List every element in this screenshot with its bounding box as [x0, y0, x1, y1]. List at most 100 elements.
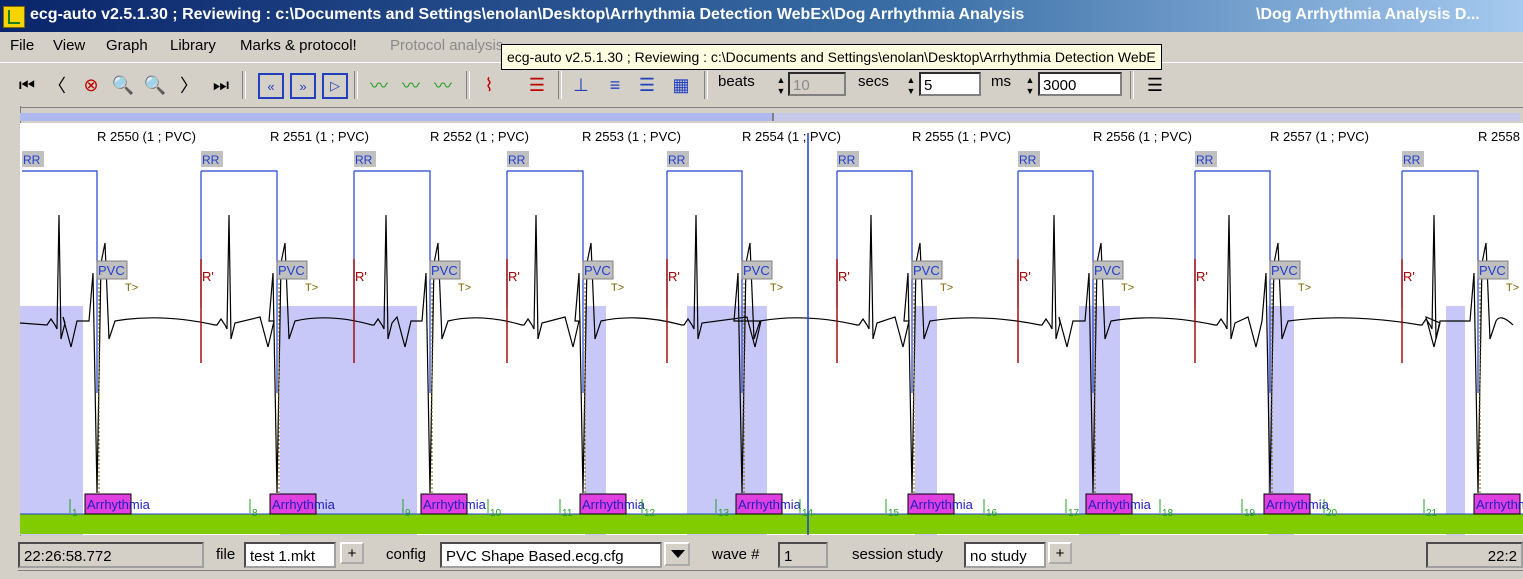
rr-label: RR	[668, 153, 686, 167]
beat-label: R 2556 (1 ; PVC)	[1093, 129, 1192, 144]
next-icon[interactable]: 〉	[176, 71, 202, 99]
arrhythmia-label: Arrhythmia	[582, 497, 646, 512]
multi-trace-icon[interactable]: ☰	[524, 71, 550, 99]
horizontal-scrollbar[interactable]	[20, 113, 1520, 121]
arrhythmia-label: Arrhythmia	[910, 497, 974, 512]
layout-2-icon[interactable]: ≡	[602, 71, 628, 99]
tick-number: 9	[405, 508, 411, 519]
wave-label: wave #	[712, 546, 760, 563]
menu-file[interactable]: File	[10, 37, 34, 54]
ms-spinner-icon[interactable]: ▲ ▼	[1025, 75, 1035, 97]
rprime-label: R'	[838, 269, 850, 284]
arrhythmia-highlight	[1446, 306, 1465, 535]
lines-icon[interactable]: ☰	[1142, 71, 1168, 99]
ms-field[interactable]: 3000	[1038, 72, 1122, 96]
ecg-chart[interactable]: R 2550 (1 ; PVC) R 2551 (1 ; PVC) R 2552 (…	[20, 123, 1523, 535]
rr-label: RR	[202, 153, 220, 167]
t-wave-label: T>	[770, 282, 783, 294]
file-add-button[interactable]: +	[340, 542, 364, 564]
prev-beat-icon[interactable]: «	[258, 73, 284, 99]
arrhythmia-label: Arrhythmia	[1266, 497, 1330, 512]
last-page-icon[interactable]: ⏭	[208, 71, 234, 99]
toolbar-separator	[242, 71, 246, 99]
t-wave-label: T>	[305, 282, 318, 294]
pvc-label: PVC	[743, 263, 770, 278]
file-field[interactable]: test 1.mkt	[244, 542, 336, 568]
beat-label: R 2555 (1 ; PVC)	[912, 129, 1011, 144]
tick-number: 15	[888, 508, 900, 519]
wave-mark-2-icon[interactable]: 〰	[398, 71, 424, 99]
t-wave-label: T>	[611, 282, 624, 294]
zoom-in-icon[interactable]: 🔍	[110, 71, 136, 99]
first-page-icon[interactable]: ⏮	[14, 71, 40, 99]
menu-graph[interactable]: Graph	[106, 37, 148, 54]
session-field[interactable]: no study	[964, 542, 1046, 568]
baseline-band	[20, 514, 1523, 534]
tick-number: 17	[1068, 508, 1080, 519]
config-label: config	[386, 546, 427, 563]
toolbar-separator	[466, 71, 470, 99]
arrhythmia-highlight	[20, 306, 83, 535]
rr-label: RR	[23, 153, 41, 167]
zoom-out-icon[interactable]: 🔍	[142, 71, 168, 99]
rr-label: RR	[508, 153, 526, 167]
rr-label: RR	[1403, 153, 1421, 167]
rr-label: RR	[1196, 153, 1214, 167]
grid-icon[interactable]: ▦	[668, 71, 694, 99]
session-add-button[interactable]: +	[1048, 542, 1072, 564]
beat-label: R 2557 (1 ; PVC)	[1270, 129, 1369, 144]
beat-label: R 2552 (1 ; PVC)	[430, 129, 529, 144]
pvc-label: PVC	[98, 263, 125, 278]
arrhythmia-label: Arrhythmia	[1088, 497, 1152, 512]
toolbar-separator	[704, 71, 708, 99]
wave-field[interactable]: 1	[778, 542, 828, 568]
menu-library[interactable]: Library	[170, 37, 216, 54]
beat-label: R 2558	[1478, 129, 1520, 144]
tick-number: 12	[644, 508, 656, 519]
rprime-label: R'	[668, 269, 680, 284]
file-label: file	[216, 546, 236, 563]
left-frame	[0, 106, 21, 536]
secs-field[interactable]: 5	[919, 72, 981, 96]
pvc-label: PVC	[913, 263, 940, 278]
beats-spinner-icon[interactable]: ▲ ▼	[776, 75, 786, 97]
rr-label: RR	[838, 153, 856, 167]
config-dropdown-icon[interactable]	[664, 542, 690, 566]
status-time-right: 22:2	[1426, 542, 1523, 568]
zoom-reset-icon[interactable]: ⊗	[78, 71, 104, 99]
menu-marks-protocol[interactable]: Marks & protocol!	[240, 37, 357, 54]
pvc-label: PVC	[431, 263, 458, 278]
app-icon	[3, 6, 25, 28]
beats-field[interactable]: 10	[788, 72, 846, 96]
pvc-label: PVC	[1271, 263, 1298, 278]
secs-label: secs	[858, 73, 889, 90]
wave-mark-3-icon[interactable]: 〰	[430, 71, 456, 99]
ms-label: ms	[991, 73, 1011, 90]
ecg-trace-icon[interactable]: ⌇	[476, 71, 502, 99]
secs-spinner-icon[interactable]: ▲ ▼	[906, 75, 916, 97]
menu-protocol-analysis[interactable]: Protocol analysis	[390, 37, 503, 54]
layout-3-icon[interactable]: ☰	[634, 71, 660, 99]
beats-label: beats	[718, 73, 755, 90]
beat-label: R 2554 (1 ; PVC)	[742, 129, 841, 144]
rprime-label: R'	[1403, 269, 1415, 284]
prev-icon[interactable]: 〈	[44, 71, 70, 99]
scrollbar-thumb[interactable]	[20, 113, 774, 121]
rprime-label: R'	[355, 269, 367, 284]
t-wave-label: T>	[125, 282, 138, 294]
arrhythmia-label: Arrhythmia	[272, 497, 336, 512]
next-beat-icon[interactable]: »	[290, 73, 316, 99]
wave-mark-icon[interactable]: 〰	[366, 71, 392, 99]
tick-number: 13	[718, 508, 730, 519]
t-wave-label: T>	[1121, 282, 1134, 294]
tick-number: 18	[1162, 508, 1174, 519]
tick-number: 19	[1244, 508, 1256, 519]
layout-1-icon[interactable]: ⊥	[568, 71, 594, 99]
menu-view[interactable]: View	[53, 37, 85, 54]
last-beat-icon[interactable]: ▷	[322, 73, 348, 99]
toolbar-separator	[558, 71, 562, 99]
config-field[interactable]: PVC Shape Based.ecg.cfg	[440, 542, 662, 568]
rr-label: RR	[355, 153, 373, 167]
beat-label: R 2551 (1 ; PVC)	[270, 129, 369, 144]
rr-label: RR	[1019, 153, 1037, 167]
